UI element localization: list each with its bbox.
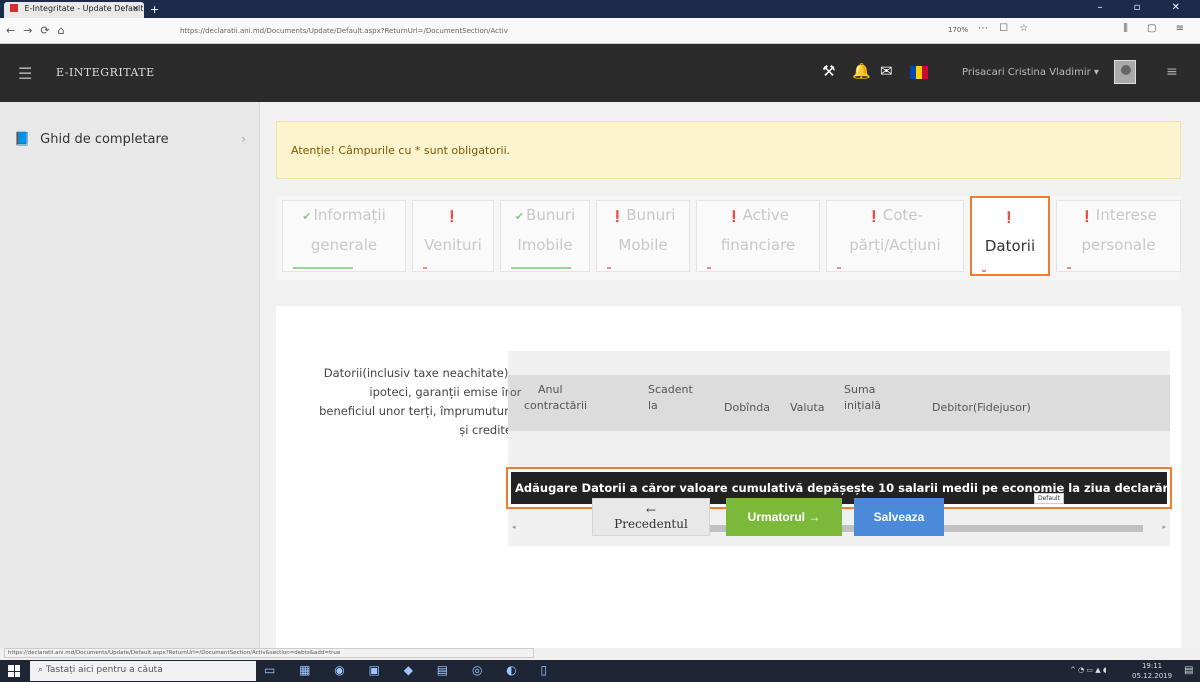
step-progress <box>1067 267 1071 269</box>
step-progress <box>293 267 353 269</box>
browser-tab[interactable]: E-Integritate - Update Default ✕ <box>4 2 144 18</box>
step-label-line2: Imobile <box>517 236 573 254</box>
step-progress <box>982 270 986 272</box>
sidebar-item-guide[interactable]: 📘 Ghid de completare › <box>14 132 250 147</box>
sidebar-item-label: Ghid de completare <box>40 132 169 147</box>
column-header: Suma inițială <box>844 383 881 412</box>
scroll-left-icon[interactable]: ◂ <box>512 523 516 531</box>
tab-interese-personale[interactable]: ❗ Interese personale <box>1056 200 1181 272</box>
error-circle-icon: ❗ <box>867 210 881 223</box>
status-url: https://declaratii.ani.md/Documents/Upda… <box>4 648 534 658</box>
favicon-icon <box>10 4 18 12</box>
tab-active-financiare[interactable]: ❗ Active financiare <box>696 200 820 272</box>
window-controls[interactable]: – ▫ ✕ <box>1097 2 1194 13</box>
bell-icon[interactable]: 🔔 <box>852 62 871 80</box>
browser-tab-title: E-Integritate - Update Default <box>24 4 144 13</box>
tab-datorii[interactable]: ❗ Datorii <box>970 196 1050 276</box>
avatar[interactable] <box>1114 60 1136 84</box>
tab-cote-parti-actiuni[interactable]: ❗ Cote- părți/Acțiuni <box>826 200 964 272</box>
error-circle-icon: ❗ <box>1080 210 1094 223</box>
user-menu[interactable]: Prisacari Cristina Vladimir ▾ <box>962 67 1099 78</box>
clock-date: 05.12.2019 <box>1132 672 1173 680</box>
step-progress <box>837 267 841 269</box>
notification-icon[interactable]: ▤ <box>1184 665 1193 676</box>
error-circle-icon: ❗ <box>1002 211 1016 224</box>
tab-informatii-generale[interactable]: ✔ Informații generale <box>282 200 406 272</box>
taskbar-clock[interactable]: 19:11 05.12.2019 <box>1132 661 1172 681</box>
datorii-panel: Datorii(inclusiv taxe neachitate), ipote… <box>276 306 1181 648</box>
step-label-line2: Datorii <box>984 237 1036 255</box>
column-header: Anul contractării <box>524 383 588 412</box>
column-header: Debitor(Fidejusor) <box>932 401 1031 414</box>
new-tab-button[interactable]: + <box>150 3 159 16</box>
wizard-steps: ✔ Informații generale ❗ Venituri ✔ Bunuri … <box>276 196 1181 280</box>
error-circle-icon: ❗ <box>610 210 625 223</box>
required-fields-alert: Atenție! Câmpurile cu * sunt obligatorii… <box>276 121 1181 179</box>
column-header: Scadent la <box>648 383 693 412</box>
tab-bunuri-imobile[interactable]: ✔ Bunuri Imobile <box>500 200 590 272</box>
bookmark-icons[interactable]: ⋯ ☐ ☆ <box>978 23 1032 34</box>
column-header: Dobînda <box>724 401 770 414</box>
step-label-line1: Bunuri <box>526 206 576 224</box>
browser-tools-icons[interactable]: ⫼ ▢ ≡ <box>1123 23 1192 34</box>
step-label-line2: financiare <box>720 236 796 254</box>
step-progress <box>607 267 611 269</box>
tooltip: Default <box>1034 493 1064 504</box>
system-tray-icons[interactable]: ^ ◔ ▭ ▲ ◖ <box>1070 666 1107 674</box>
zoom-level[interactable]: 170% <box>948 26 968 34</box>
column-header: Valuta <box>790 401 825 414</box>
windows-taskbar: ⌕ Tastați aici pentru a căuta ▭ ▦ ◉ ▣ ◆ … <box>0 660 1200 682</box>
step-label-line1: Bunuri <box>626 206 676 224</box>
clock-time: 19:11 <box>1141 662 1163 670</box>
step-label-line2: personale <box>1081 236 1156 254</box>
step-label-line1: Cote- <box>882 206 923 224</box>
tools-icon[interactable]: ⚒ <box>822 62 835 80</box>
brand-logo[interactable]: E-INTEGRITATE <box>56 66 155 79</box>
step-label-line1: Interese <box>1095 206 1157 224</box>
browser-tab-bar: E-Integritate - Update Default ✕ + – ▫ ✕ <box>0 0 1200 18</box>
tab-venituri[interactable]: ❗ Venituri <box>412 200 494 272</box>
main-content: Atenție! Câmpurile cu * sunt obligatorii… <box>260 102 1200 648</box>
step-progress <box>511 267 571 269</box>
taskbar-app-icons[interactable]: ▭ ▦ ◉ ▣ ◆ ▤ ◎ ◐ ▯ <box>264 663 557 677</box>
taskbar-search[interactable]: ⌕ Tastați aici pentru a căuta <box>30 661 256 681</box>
save-button[interactable]: Salveaza <box>854 498 944 536</box>
language-flag-icon[interactable] <box>910 66 928 79</box>
tab-bunuri-mobile[interactable]: ❗ Bunuri Mobile <box>596 200 690 272</box>
windows-start-icon[interactable] <box>8 665 20 677</box>
error-circle-icon: ❗ <box>726 210 741 223</box>
chevron-right-icon: › <box>241 132 246 146</box>
app-header: ☰ E-INTEGRITATE ⚒ 🔔 ✉ Prisacari Cristina… <box>0 44 1200 102</box>
step-label-line2: generale <box>310 236 378 254</box>
browser-nav-icons[interactable]: ←→⟳⌂ <box>6 24 73 37</box>
taskbar-search-placeholder: Tastați aici pentru a căuta <box>45 665 163 675</box>
close-tab-icon[interactable]: ✕ <box>132 4 139 13</box>
side-menu-icon[interactable]: ≡ <box>1166 64 1178 80</box>
step-label-line2: Mobile <box>618 236 668 254</box>
table-header: or Anul contractării Scadent la Dobînda Va… <box>508 375 1170 431</box>
step-label-line2: părți/Acțiuni <box>849 236 941 254</box>
mail-icon[interactable]: ✉ <box>880 62 893 80</box>
step-label-line2: Venituri <box>424 236 482 254</box>
book-icon: 📘 <box>14 132 31 147</box>
field-label: Datorii(inclusiv taxe neachitate), ipote… <box>319 366 512 437</box>
previous-button[interactable]: ← Precedentul <box>592 498 710 536</box>
step-progress <box>707 267 711 269</box>
check-circle-icon: ✔ <box>514 210 525 223</box>
error-circle-icon: ❗ <box>445 210 459 223</box>
next-button[interactable]: Urmatorul → <box>726 498 842 536</box>
step-progress <box>423 267 427 269</box>
browser-toolbar: ←→⟳⌂ https://declaratii.ani.md/Documents… <box>0 18 1200 44</box>
check-circle-icon: ✔ <box>302 210 312 223</box>
hamburger-menu-icon[interactable]: ☰ <box>18 64 32 83</box>
step-label-line1: Informații <box>313 206 386 224</box>
address-bar[interactable]: https://declaratii.ani.md/Documents/Upda… <box>160 22 940 40</box>
column-header: or <box>510 386 522 399</box>
step-label-line1: Active <box>742 206 790 224</box>
sidebar: 📘 Ghid de completare › <box>0 102 260 648</box>
scroll-right-icon[interactable]: ▸ <box>1162 523 1166 531</box>
